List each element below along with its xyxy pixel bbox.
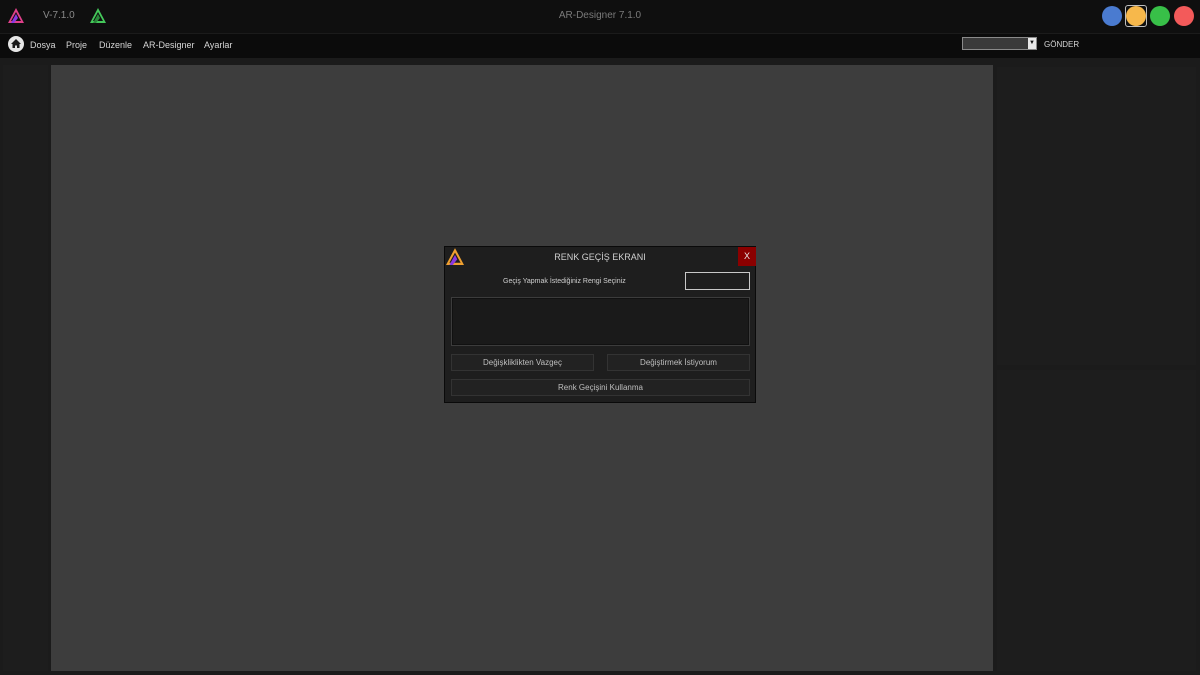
menu-ayarlar[interactable]: Ayarlar [204,40,232,50]
device-select[interactable]: ▼ [962,37,1037,50]
color-select-label: Geçiş Yapmak İstediğiniz Rengi Seçiniz [503,278,626,285]
menu-duzenle[interactable]: Düzenle [99,40,132,50]
dialog-title: RENK GEÇİŞ EKRANI [554,252,646,262]
blue-circle-button[interactable] [1102,6,1122,26]
disable-gradient-button[interactable]: Renk Geçişini Kullanma [451,379,750,396]
green-circle-button[interactable] [1150,6,1170,26]
color-picker-box[interactable] [685,272,750,290]
home-icon[interactable] [8,36,24,52]
apply-changes-button[interactable]: Değiştirmek İstiyorum [607,354,750,371]
send-button[interactable]: GÖNDER [1044,40,1079,49]
color-gradient-dialog: RENK GEÇİŞ EKRANI X Geçiş Yapmak İstediğ… [444,246,756,403]
left-toolbar-panel [3,65,48,671]
chevron-down-icon[interactable]: ▼ [1028,38,1036,49]
dialog-close-button[interactable]: X [738,247,756,266]
app-title: AR-Designer 7.1.0 [558,10,642,21]
right-bottom-panel [997,370,1196,671]
menu-ar-designer[interactable]: AR-Designer [143,40,195,50]
menu-dosya[interactable]: Dosya [30,40,56,50]
gradient-preview-area [451,297,750,346]
title-bar: V-7.1.0 AR-Designer 7.1.0 [0,0,1200,33]
discard-changes-button[interactable]: Değişkliklikten Vazgeç [451,354,594,371]
menu-proje[interactable]: Proje [66,40,87,50]
yellow-circle-button[interactable] [1126,6,1146,26]
red-circle-button[interactable] [1174,6,1194,26]
right-top-panel [997,67,1196,365]
